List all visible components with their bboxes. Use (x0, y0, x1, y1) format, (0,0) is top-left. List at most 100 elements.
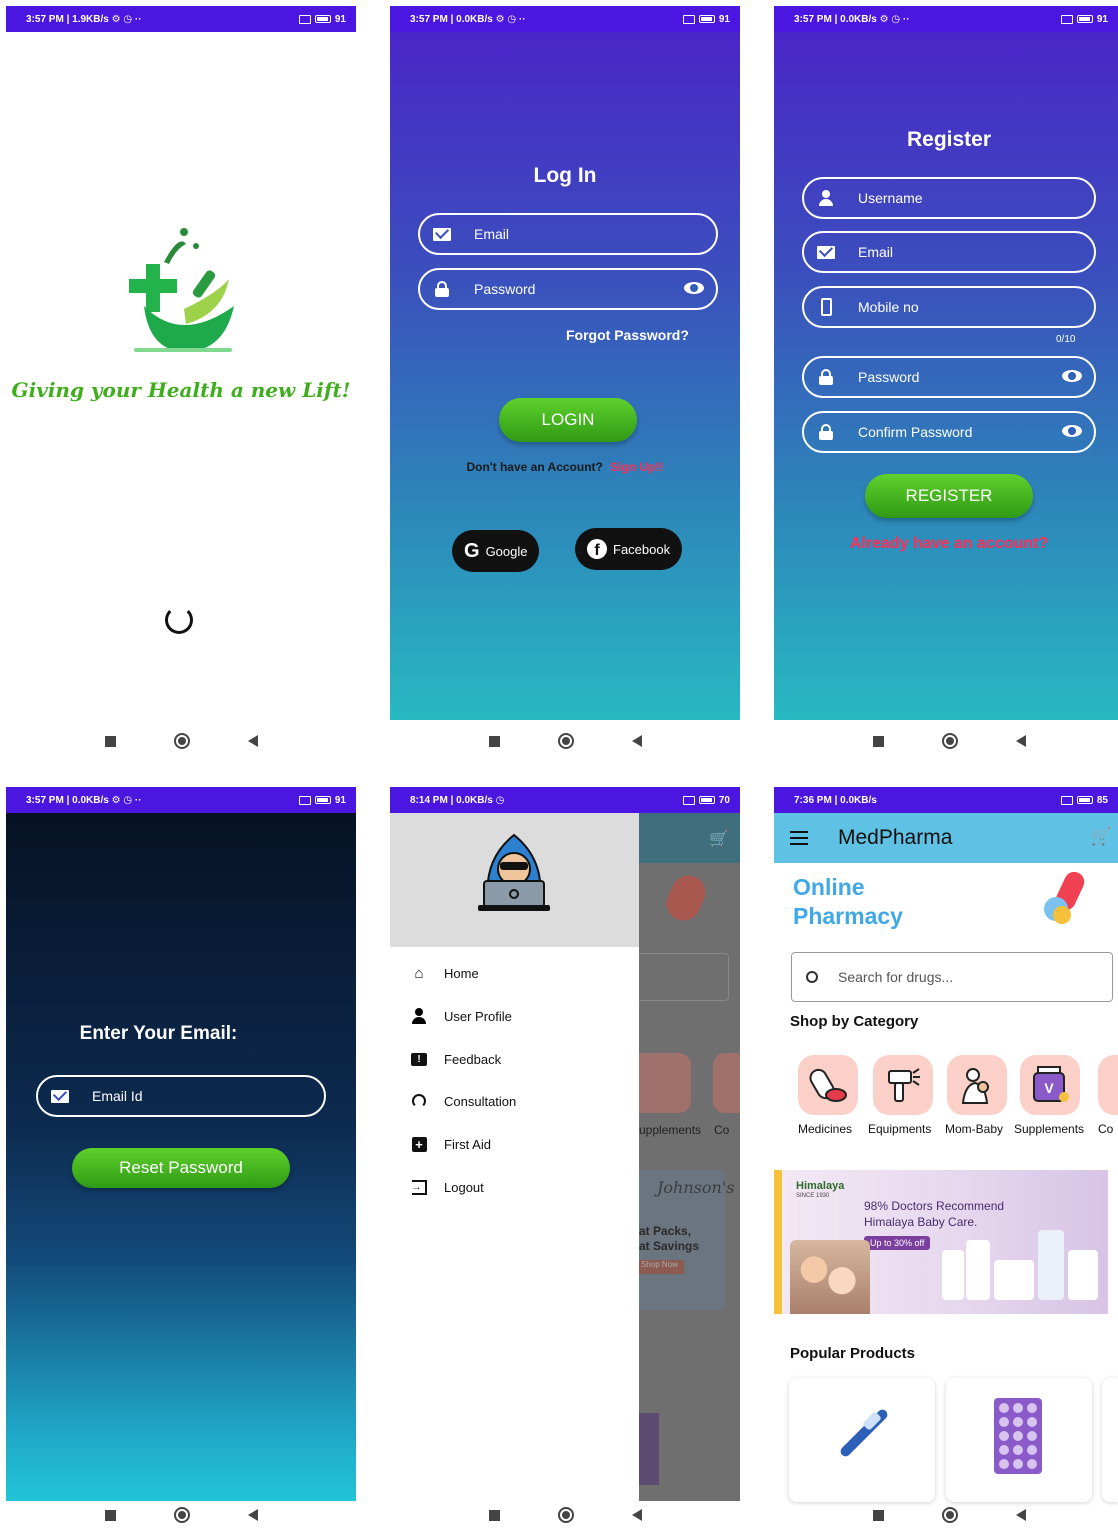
search-icon (806, 971, 818, 983)
logo-base-line (134, 348, 232, 352)
headset-icon (410, 1093, 428, 1109)
capsule-icon (1044, 871, 1085, 924)
password-field[interactable]: Password (802, 356, 1096, 398)
home-button[interactable] (941, 733, 958, 749)
navigation-drawer: ⌂ Home User Profile ! Feedback Consultatio… (390, 813, 639, 1501)
menu-item-first-aid[interactable]: + First Aid (410, 1136, 491, 1152)
recents-button[interactable] (104, 1509, 116, 1521)
reset-password-screen: 3:57 PM | 0.0KB/s ⚙ ◷ ·· 91 Enter Your E… (6, 787, 356, 1501)
category-medicines[interactable] (798, 1055, 858, 1115)
category-equipments[interactable] (873, 1055, 933, 1115)
status-time: 3:57 PM | 0.0KB/s ⚙ ◷ ·· (794, 13, 910, 25)
mother-baby-icon (961, 1068, 989, 1104)
mobile-field[interactable]: Mobile no (802, 286, 1096, 328)
home-button[interactable] (557, 1507, 574, 1523)
battery-icon (1076, 15, 1093, 23)
lock-icon (819, 369, 833, 385)
register-button[interactable]: REGISTER (865, 474, 1033, 518)
back-button[interactable] (631, 1509, 642, 1521)
back-button[interactable] (1015, 735, 1026, 747)
person-icon (410, 1008, 428, 1024)
system-nav-bar (6, 1502, 356, 1528)
status-bar: 8:14 PM | 0.0KB/s ◷ 70 (390, 787, 740, 813)
back-button[interactable] (1015, 1509, 1026, 1521)
back-button[interactable] (247, 1509, 258, 1521)
menu-item-consultation[interactable]: Consultation (410, 1093, 516, 1109)
banner-offer-badge: Up to 30% off (864, 1236, 931, 1250)
banner-since: SINCE 1930 (796, 1193, 830, 1199)
battery-level: 85 (1096, 794, 1108, 806)
pill-blister-icon (994, 1398, 1042, 1474)
battery-level: 91 (334, 794, 346, 806)
category-label: Equipments (868, 1122, 932, 1136)
recents-button[interactable] (104, 735, 116, 747)
system-nav-bar (774, 721, 1118, 761)
product-card[interactable] (1102, 1378, 1118, 1502)
email-id-field[interactable]: Email Id (36, 1075, 326, 1117)
google-icon: G (464, 539, 480, 562)
email-field[interactable]: Email (418, 213, 718, 255)
thermometer-icon (840, 1409, 888, 1457)
banner-people-image (790, 1240, 870, 1314)
menu-item-logout[interactable]: → Logout (410, 1179, 484, 1195)
first-aid-icon: + (410, 1136, 428, 1152)
confirm-password-field[interactable]: Confirm Password (802, 411, 1096, 453)
product-card[interactable] (789, 1378, 935, 1502)
email-field[interactable]: Email (802, 231, 1096, 273)
battery-icon (698, 15, 715, 23)
facebook-login-button[interactable]: f Facebook (575, 528, 683, 570)
product-card[interactable] (946, 1378, 1092, 1502)
recents-button[interactable] (872, 1509, 884, 1521)
facebook-icon: f (587, 539, 607, 559)
visibility-toggle-icon[interactable] (684, 282, 704, 294)
menu-item-user-profile[interactable]: User Profile (410, 1008, 512, 1024)
forgot-password-link[interactable]: Forgot Password? (566, 327, 689, 343)
reset-password-button[interactable]: Reset Password (72, 1148, 290, 1188)
logout-icon: → (410, 1179, 428, 1195)
page-title: Log In (533, 164, 597, 187)
email-icon (51, 1089, 69, 1103)
register-screen: 3:57 PM | 0.0KB/s ⚙ ◷ ·· 91 Register Use… (774, 6, 1118, 720)
dimmed-background: 🛒 upplements Co Johnson's at Packs, at S… (639, 813, 740, 1501)
status-bar: 3:57 PM | 1.9KB/s ⚙ ◷ ·· 91 (6, 6, 356, 32)
user-icon (818, 190, 834, 206)
cart-icon[interactable]: 🛒 (1090, 827, 1111, 847)
feedback-icon: ! (410, 1051, 428, 1067)
visibility-toggle-icon[interactable] (1062, 370, 1082, 382)
username-field[interactable]: Username (802, 177, 1096, 219)
lock-icon (435, 281, 449, 297)
recents-button[interactable] (488, 1509, 500, 1521)
hacker-avatar-icon (478, 833, 550, 911)
password-field[interactable]: Password (418, 268, 718, 310)
menu-item-feedback[interactable]: ! Feedback (410, 1051, 501, 1067)
supplement-bottle-icon: V (1033, 1066, 1069, 1102)
search-input[interactable]: Search for drugs... (791, 952, 1113, 1002)
google-login-button[interactable]: G Google (452, 530, 540, 572)
recents-button[interactable] (488, 735, 500, 747)
category-mom-baby[interactable] (947, 1055, 1007, 1115)
signup-link[interactable]: Sign Up!! (610, 460, 663, 474)
category-more[interactable] (1098, 1055, 1118, 1115)
category-supplements[interactable]: V (1020, 1055, 1080, 1115)
home-button[interactable] (941, 1507, 958, 1523)
mobile-char-counter: 0/10 (1056, 334, 1076, 345)
battery-level: 91 (718, 13, 730, 25)
status-time: 7:36 PM | 0.0KB/s (794, 794, 877, 806)
svg-text:V: V (1044, 1080, 1054, 1096)
home-button[interactable] (173, 1507, 190, 1523)
back-button[interactable] (631, 735, 642, 747)
battery-icon (1076, 796, 1093, 804)
back-button[interactable] (247, 735, 258, 747)
status-bar: 3:57 PM | 0.0KB/s ⚙ ◷ ·· 91 (390, 6, 740, 32)
home-button[interactable] (557, 733, 574, 749)
login-button[interactable]: LOGIN (499, 398, 637, 442)
promo-banner[interactable]: Himalaya SINCE 1930 98% Doctors Recommen… (774, 1170, 1108, 1314)
signup-prompt: Don't have an Account? Sign Up!! (466, 460, 664, 474)
signal-icon (298, 795, 311, 805)
visibility-toggle-icon[interactable] (1062, 425, 1082, 437)
home-button[interactable] (173, 733, 190, 749)
menu-item-home[interactable]: ⌂ Home (410, 965, 478, 982)
login-link[interactable]: Already have an account? (774, 535, 1118, 553)
recents-button[interactable] (872, 735, 884, 747)
menu-icon[interactable] (790, 831, 808, 845)
